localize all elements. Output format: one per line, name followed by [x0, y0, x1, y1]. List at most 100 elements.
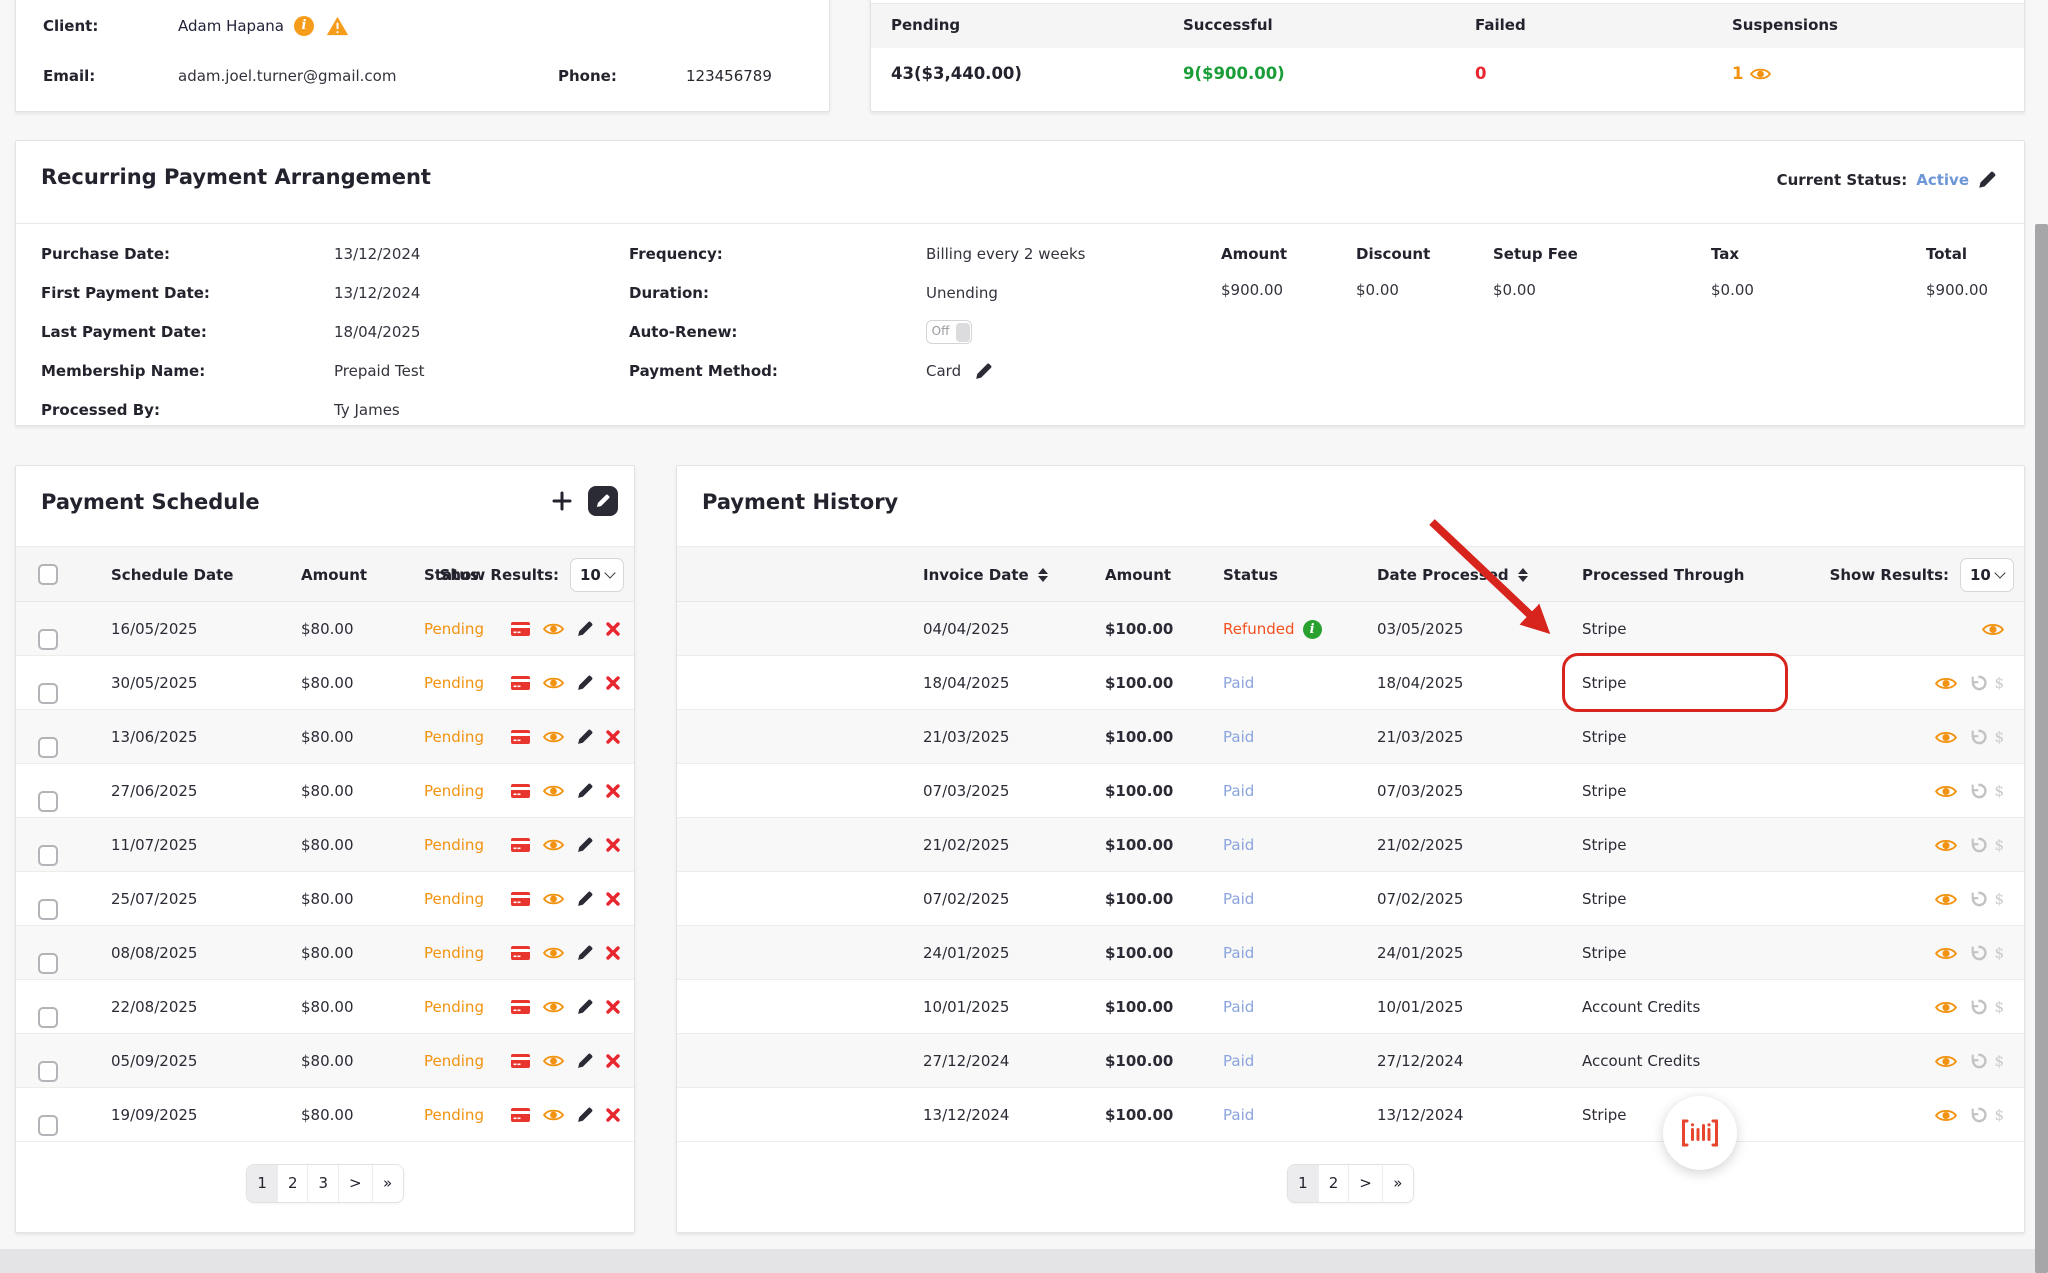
- refund-icon[interactable]: [1969, 945, 1987, 962]
- view-payment-icon[interactable]: [1935, 1054, 1957, 1069]
- refund-icon[interactable]: [1969, 675, 1987, 692]
- delete-row-icon[interactable]: [606, 784, 620, 798]
- refund-dollar-icon[interactable]: $: [1994, 890, 2004, 908]
- select-all-checkbox[interactable]: [38, 564, 58, 585]
- delete-row-icon[interactable]: [606, 838, 620, 852]
- page-button[interactable]: 1: [247, 1165, 278, 1202]
- page-button[interactable]: >: [1349, 1165, 1383, 1202]
- charge-card-icon[interactable]: [511, 838, 530, 852]
- history-page-size-select[interactable]: 10: [1960, 558, 2014, 592]
- view-payment-icon[interactable]: [1935, 676, 1957, 691]
- view-payment-icon[interactable]: [1935, 892, 1957, 907]
- view-icon[interactable]: [543, 784, 564, 798]
- refund-dollar-icon[interactable]: $: [1994, 998, 2004, 1016]
- edit-row-icon[interactable]: [577, 837, 593, 853]
- charge-card-icon[interactable]: [511, 676, 530, 690]
- edit-row-icon[interactable]: [577, 675, 593, 691]
- charge-card-icon[interactable]: [511, 1000, 530, 1014]
- row-checkbox[interactable]: [38, 845, 58, 866]
- edit-row-icon[interactable]: [577, 999, 593, 1015]
- suspensions-eye-icon[interactable]: [1750, 67, 1771, 81]
- delete-row-icon[interactable]: [606, 946, 620, 960]
- charge-card-icon[interactable]: [511, 1108, 530, 1122]
- auto-renew-toggle[interactable]: Off: [926, 320, 972, 344]
- view-icon[interactable]: [543, 892, 564, 906]
- page-button[interactable]: 3: [308, 1165, 339, 1202]
- row-checkbox[interactable]: [38, 1061, 58, 1082]
- scrollbar[interactable]: [2035, 224, 2048, 1273]
- edit-row-icon[interactable]: [577, 891, 593, 907]
- refund-dollar-icon[interactable]: $: [1994, 674, 2004, 692]
- page-button[interactable]: »: [1383, 1165, 1413, 1202]
- view-payment-icon[interactable]: [1935, 1000, 1957, 1015]
- view-icon[interactable]: [543, 946, 564, 960]
- charge-card-icon[interactable]: [511, 730, 530, 744]
- refund-icon[interactable]: [1969, 1107, 1987, 1124]
- refund-info-icon[interactable]: [1303, 620, 1322, 639]
- view-payment-icon[interactable]: [1935, 784, 1957, 799]
- refund-dollar-icon[interactable]: $: [1994, 1106, 2004, 1124]
- warning-icon[interactable]: [326, 16, 349, 36]
- refund-dollar-icon[interactable]: $: [1994, 1052, 2004, 1070]
- edit-status-icon[interactable]: [1978, 171, 1996, 189]
- row-checkbox[interactable]: [38, 737, 58, 758]
- view-icon[interactable]: [543, 676, 564, 690]
- refund-dollar-icon[interactable]: $: [1994, 728, 2004, 746]
- view-icon[interactable]: [543, 730, 564, 744]
- edit-payment-method-icon[interactable]: [975, 363, 992, 380]
- edit-row-icon[interactable]: [577, 729, 593, 745]
- page-button[interactable]: »: [373, 1165, 403, 1202]
- barcode-scan-button[interactable]: [1663, 1096, 1737, 1170]
- view-icon[interactable]: [543, 838, 564, 852]
- refund-icon[interactable]: [1969, 1053, 1987, 1070]
- edit-row-icon[interactable]: [577, 1053, 593, 1069]
- view-payment-icon[interactable]: [1935, 1108, 1957, 1123]
- edit-schedule-button[interactable]: [588, 486, 618, 516]
- refund-icon[interactable]: [1969, 837, 1987, 854]
- row-checkbox[interactable]: [38, 1007, 58, 1028]
- row-checkbox[interactable]: [38, 899, 58, 920]
- charge-card-icon[interactable]: [511, 784, 530, 798]
- refund-icon[interactable]: [1969, 891, 1987, 908]
- page-button[interactable]: 1: [1288, 1165, 1319, 1202]
- row-checkbox[interactable]: [38, 629, 58, 650]
- charge-card-icon[interactable]: [511, 1054, 530, 1068]
- row-checkbox[interactable]: [38, 683, 58, 704]
- edit-row-icon[interactable]: [577, 945, 593, 961]
- refund-icon[interactable]: [1969, 729, 1987, 746]
- view-payment-icon[interactable]: [1982, 622, 2004, 637]
- delete-row-icon[interactable]: [606, 622, 620, 636]
- row-checkbox[interactable]: [38, 953, 58, 974]
- view-icon[interactable]: [543, 1054, 564, 1068]
- add-schedule-icon[interactable]: [552, 491, 572, 511]
- view-payment-icon[interactable]: [1935, 838, 1957, 853]
- row-checkbox[interactable]: [38, 791, 58, 812]
- page-size-select[interactable]: 10: [570, 558, 624, 592]
- sort-invoice-date-icon[interactable]: [1038, 568, 1048, 583]
- charge-card-icon[interactable]: [511, 892, 530, 906]
- charge-card-icon[interactable]: [511, 622, 530, 636]
- delete-row-icon[interactable]: [606, 1000, 620, 1014]
- delete-row-icon[interactable]: [606, 1108, 620, 1122]
- view-payment-icon[interactable]: [1935, 946, 1957, 961]
- charge-card-icon[interactable]: [511, 946, 530, 960]
- refund-icon[interactable]: [1969, 999, 1987, 1016]
- page-button[interactable]: 2: [1319, 1165, 1350, 1202]
- delete-row-icon[interactable]: [606, 892, 620, 906]
- page-button[interactable]: >: [339, 1165, 373, 1202]
- refund-dollar-icon[interactable]: $: [1994, 944, 2004, 962]
- edit-row-icon[interactable]: [577, 783, 593, 799]
- delete-row-icon[interactable]: [606, 676, 620, 690]
- delete-row-icon[interactable]: [606, 730, 620, 744]
- refund-icon[interactable]: [1969, 783, 1987, 800]
- sort-date-processed-icon[interactable]: [1518, 568, 1528, 583]
- page-button[interactable]: 2: [278, 1165, 309, 1202]
- edit-row-icon[interactable]: [577, 621, 593, 637]
- view-payment-icon[interactable]: [1935, 730, 1957, 745]
- edit-row-icon[interactable]: [577, 1107, 593, 1123]
- row-checkbox[interactable]: [38, 1115, 58, 1136]
- delete-row-icon[interactable]: [606, 1054, 620, 1068]
- view-icon[interactable]: [543, 622, 564, 636]
- view-icon[interactable]: [543, 1000, 564, 1014]
- client-info-icon[interactable]: [294, 16, 314, 36]
